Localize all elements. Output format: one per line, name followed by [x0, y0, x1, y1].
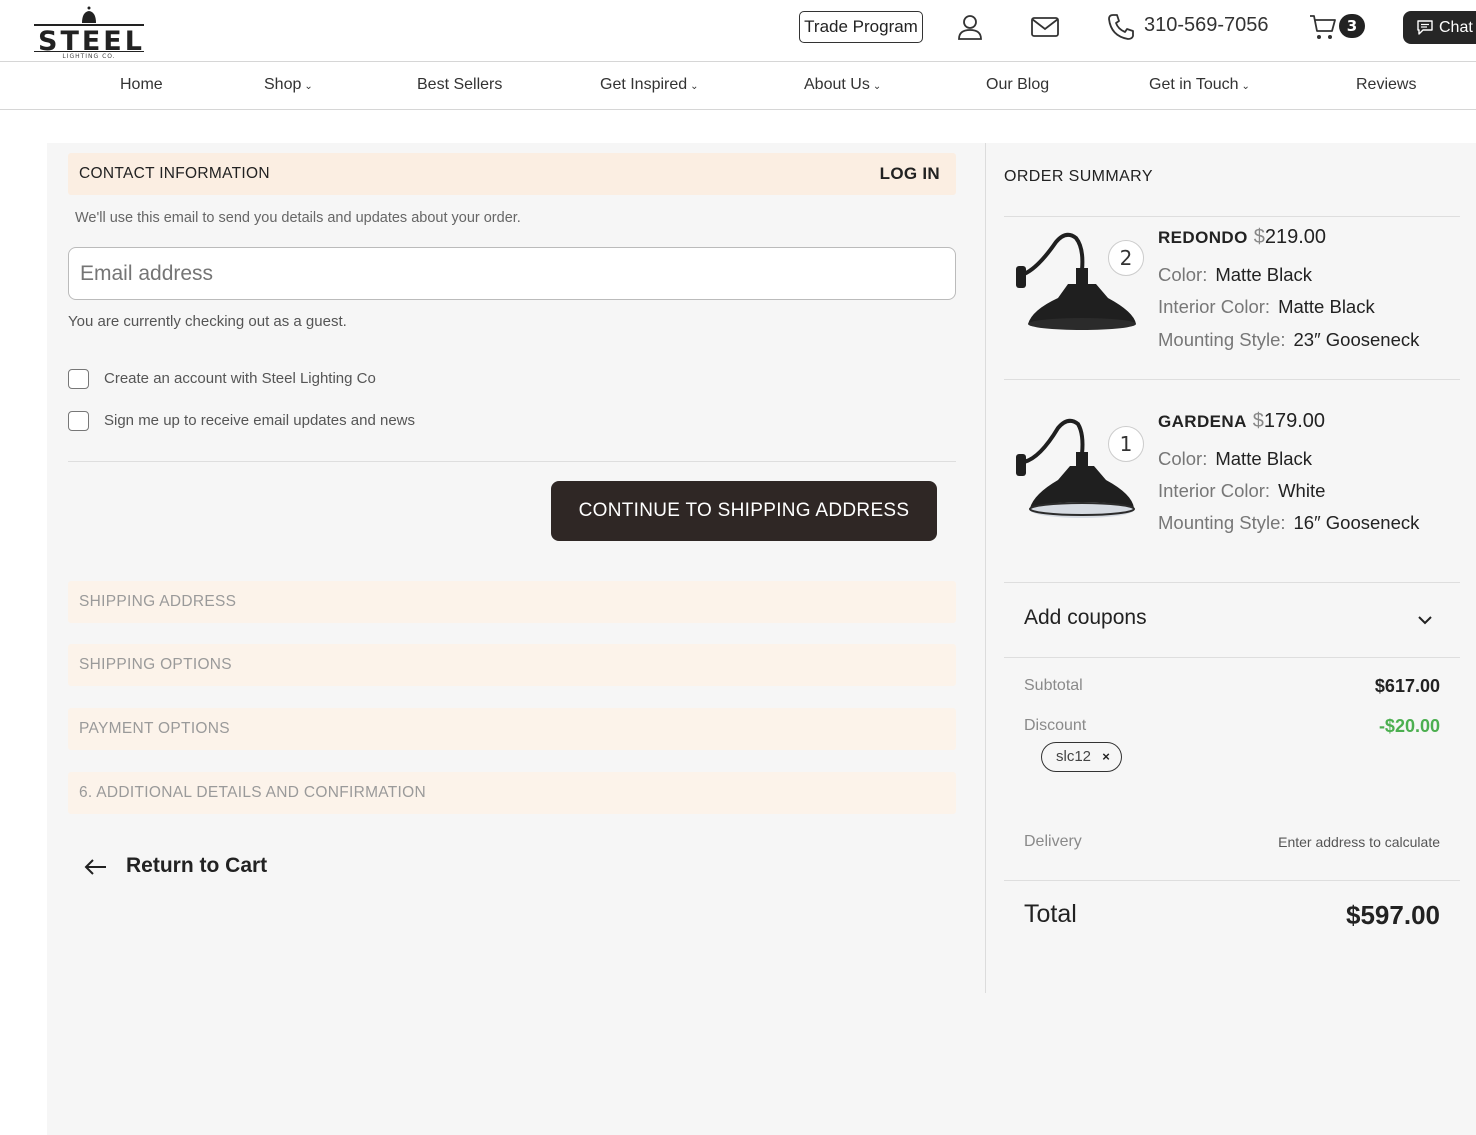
- guest-checkout-note: You are currently checking out as a gues…: [68, 313, 347, 330]
- chevron-down-icon[interactable]: [1416, 613, 1434, 627]
- cart-item: 2 REDONDO $219.00 Color: Matte Black Inter…: [1004, 220, 1464, 370]
- chevron-down-icon: ⌄: [690, 81, 699, 92]
- main-nav: Home Shop ⌄ Best Sellers Get Inspired ⌄ Ab…: [0, 62, 1476, 110]
- item-price: $179.00: [1252, 410, 1326, 432]
- item-title: GARDENA $179.00: [1158, 410, 1326, 432]
- nav-item-get-in-touch[interactable]: Get in Touch ⌄: [1149, 76, 1250, 94]
- additional-details-step[interactable]: 6. ADDITIONAL DETAILS AND CONFIRMATION: [68, 772, 956, 814]
- trade-program-button[interactable]: Trade Program: [799, 11, 923, 43]
- shipping-address-step[interactable]: SHIPPING ADDRESS: [68, 581, 956, 623]
- nav-item-about-us[interactable]: About Us ⌄: [804, 76, 881, 94]
- nav-item-shop[interactable]: Shop ⌄: [264, 76, 313, 94]
- shopping-cart-icon[interactable]: [1308, 12, 1338, 42]
- section-title: CONTACT INFORMATION: [79, 165, 270, 182]
- subtotal-value: $617.00: [1374, 676, 1440, 696]
- chevron-down-icon: ⌄: [304, 81, 313, 92]
- delivery-note: Enter address to calculate: [1278, 834, 1440, 850]
- item-attribute: Mounting Style: 23″ Gooseneck: [1158, 329, 1420, 350]
- discount-label: Discount: [1024, 717, 1087, 734]
- chat-bubble-icon: [1417, 20, 1433, 35]
- item-attribute: Color: Matte Black: [1158, 264, 1313, 285]
- email-input[interactable]: [68, 247, 956, 300]
- dome-lamp-icon: [82, 6, 96, 23]
- phone-icon[interactable]: [1106, 12, 1136, 42]
- item-attribute: Interior Color: Matte Black: [1158, 296, 1375, 317]
- delivery-label: Delivery: [1024, 833, 1082, 850]
- continue-to-shipping-button[interactable]: CONTINUE TO SHIPPING ADDRESS: [551, 481, 937, 541]
- logo-subtitle: LIGHTING CO.: [34, 51, 144, 60]
- item-attribute: Interior Color: White: [1158, 480, 1326, 501]
- cart-item: 1 GARDENA $179.00 Color: Matte Black Inter…: [1004, 404, 1464, 554]
- mail-icon[interactable]: [1030, 12, 1060, 42]
- arrow-left-icon: [84, 859, 106, 875]
- contact-information-header: CONTACT INFORMATION LOG IN: [68, 153, 956, 195]
- nav-item-get-inspired[interactable]: Get Inspired ⌄: [600, 76, 699, 94]
- chevron-down-icon: ⌄: [872, 81, 882, 92]
- return-to-cart-label: Return to Cart: [126, 854, 268, 877]
- create-account-label[interactable]: Create an account with Steel Lighting Co: [104, 370, 376, 387]
- login-link[interactable]: LOG IN: [880, 153, 940, 195]
- cart-count-badge[interactable]: 3: [1339, 14, 1365, 38]
- applied-coupon-chip: slc12 ×: [1041, 742, 1122, 772]
- subscribe-checkbox[interactable]: [68, 411, 89, 431]
- chat-button[interactable]: Chat: [1403, 11, 1476, 44]
- chat-label: Chat: [1439, 19, 1473, 36]
- nav-item-our-blog[interactable]: Our Blog: [986, 76, 1049, 94]
- payment-options-step[interactable]: PAYMENT OPTIONS: [68, 708, 956, 750]
- coupon-code: slc12: [1056, 748, 1092, 765]
- item-title: REDONDO $219.00: [1158, 226, 1326, 248]
- nav-item-reviews[interactable]: Reviews: [1356, 76, 1416, 94]
- subtotal-label: Subtotal: [1024, 677, 1083, 694]
- add-coupons-toggle[interactable]: Add coupons: [1024, 606, 1147, 630]
- quantity-badge: 1: [1108, 426, 1144, 462]
- phone-number[interactable]: 310-569-7056: [1144, 14, 1269, 37]
- quantity-badge: 2: [1108, 240, 1144, 276]
- item-attribute: Color: Matte Black: [1158, 448, 1313, 469]
- total-label: Total: [1024, 900, 1077, 928]
- chevron-down-icon: ⌄: [1241, 81, 1250, 92]
- total-value: $597.00: [1346, 900, 1440, 930]
- nav-item-home[interactable]: Home: [120, 76, 163, 94]
- shipping-options-step[interactable]: SHIPPING OPTIONS: [68, 644, 956, 686]
- item-price: $219.00: [1253, 226, 1326, 248]
- discount-value: -$20.00: [1378, 716, 1440, 736]
- nav-item-best-sellers[interactable]: Best Sellers: [417, 76, 502, 94]
- item-attribute: Mounting Style: 16″ Gooseneck: [1158, 512, 1420, 533]
- remove-coupon-icon[interactable]: ×: [1098, 749, 1114, 765]
- steel-lighting-logo[interactable]: STEEL LIGHTING CO.: [34, 4, 144, 60]
- create-account-checkbox[interactable]: [68, 369, 89, 389]
- email-help-text: We'll use this email to send you details…: [75, 210, 521, 226]
- top-bar: STEEL LIGHTING CO. Trade Program 310-569…: [0, 0, 1476, 62]
- order-summary-title: ORDER SUMMARY: [1004, 168, 1153, 185]
- user-account-icon[interactable]: [955, 12, 985, 42]
- subscribe-label[interactable]: Sign me up to receive email updates and …: [104, 412, 415, 429]
